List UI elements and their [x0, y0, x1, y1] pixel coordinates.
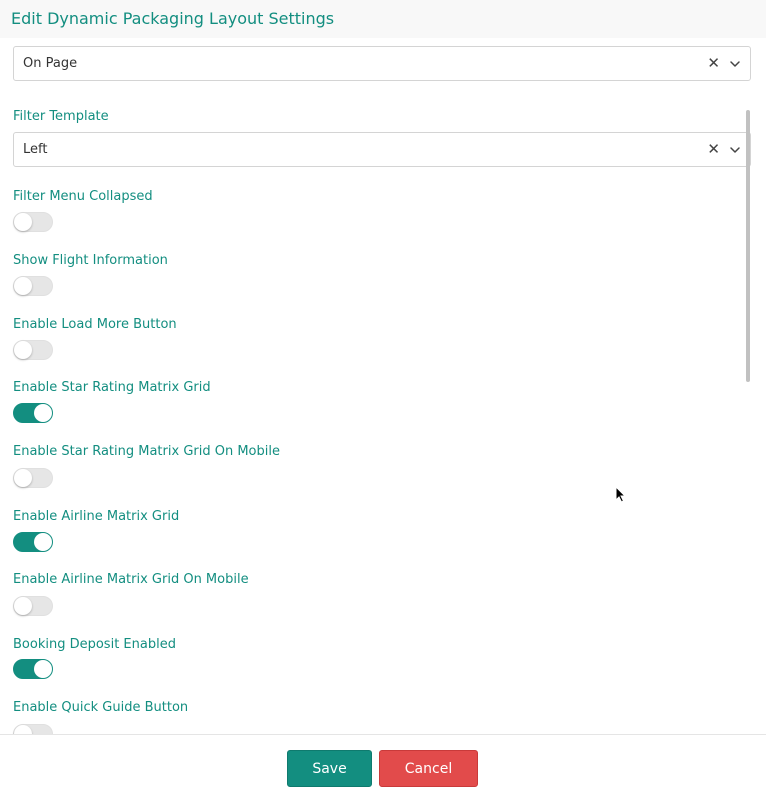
toggle-label-booking-deposit-enabled: Booking Deposit Enabled — [13, 637, 176, 652]
toggle-label-enable-airline-matrix-grid-mobile: Enable Airline Matrix Grid On Mobile — [13, 572, 249, 587]
toggle-knob — [14, 341, 32, 359]
toggle-knob — [14, 725, 32, 734]
toggle-enable-load-more-button[interactable] — [13, 340, 53, 360]
toggle-label-enable-quick-guide-button: Enable Quick Guide Button — [13, 700, 189, 715]
toggle-label-filter-menu-collapsed: Filter Menu Collapsed — [13, 189, 153, 204]
chevron-down-icon[interactable] — [729, 58, 741, 70]
display-mode-select[interactable]: On Page ✕ — [13, 46, 751, 81]
close-icon[interactable]: ✕ — [707, 141, 720, 157]
toggle-knob — [34, 533, 52, 551]
modal-footer: Save Cancel — [0, 734, 766, 800]
modal-header: Edit Dynamic Packaging Layout Settings — [0, 0, 766, 38]
edit-layout-settings-modal: Edit Dynamic Packaging Layout Settings O… — [0, 0, 766, 800]
filter-template-value: Left — [23, 142, 48, 157]
chevron-down-icon[interactable] — [729, 144, 741, 156]
toggle-enable-star-rating-matrix-grid-mobile[interactable] — [13, 468, 53, 488]
toggle-label-enable-airline-matrix-grid: Enable Airline Matrix Grid — [13, 509, 180, 524]
toggle-label-enable-star-rating-matrix-grid: Enable Star Rating Matrix Grid — [13, 380, 211, 395]
toggle-enable-airline-matrix-grid[interactable] — [13, 532, 53, 552]
cursor-arrow-icon — [615, 486, 627, 503]
save-button[interactable]: Save — [287, 750, 372, 787]
toggle-show-flight-information[interactable] — [13, 276, 53, 296]
toggle-label-enable-load-more-button: Enable Load More Button — [13, 317, 177, 332]
toggle-knob — [14, 469, 32, 487]
close-icon[interactable]: ✕ — [707, 55, 720, 71]
toggle-enable-airline-matrix-grid-mobile[interactable] — [13, 596, 53, 616]
modal-body-scrollbar[interactable] — [746, 110, 750, 382]
toggle-enable-star-rating-matrix-grid[interactable] — [13, 403, 53, 423]
toggle-knob — [34, 660, 52, 678]
toggle-enable-quick-guide-button[interactable] — [13, 724, 53, 734]
toggle-knob — [14, 597, 32, 615]
modal-body[interactable]: On Page ✕ Filter Template Left ✕ Filter … — [0, 38, 766, 734]
display-mode-value: On Page — [23, 56, 78, 71]
toggle-knob — [34, 404, 52, 422]
toggle-label-show-flight-information: Show Flight Information — [13, 253, 168, 268]
modal-title: Edit Dynamic Packaging Layout Settings — [11, 9, 335, 28]
cancel-button[interactable]: Cancel — [379, 750, 478, 787]
toggle-knob — [14, 213, 32, 231]
filter-template-label: Filter Template — [13, 109, 109, 124]
toggle-label-enable-star-rating-matrix-grid-mobile: Enable Star Rating Matrix Grid On Mobile — [13, 444, 280, 459]
toggle-filter-menu-collapsed[interactable] — [13, 212, 53, 232]
filter-template-select[interactable]: Left ✕ — [13, 132, 751, 167]
toggle-booking-deposit-enabled[interactable] — [13, 659, 53, 679]
toggle-knob — [14, 277, 32, 295]
